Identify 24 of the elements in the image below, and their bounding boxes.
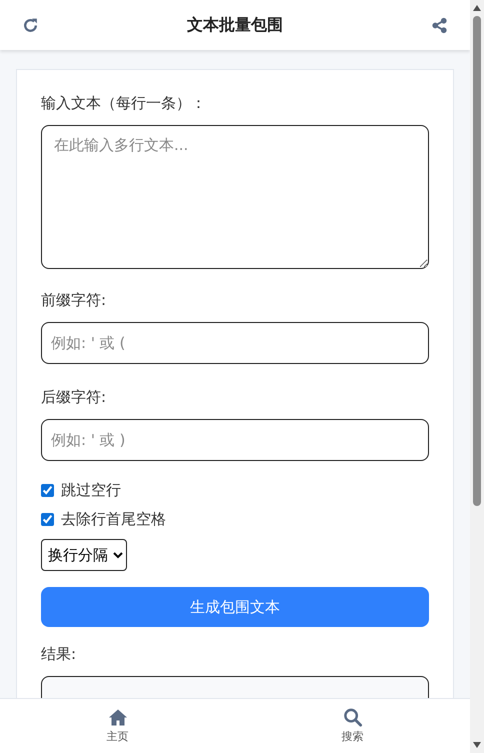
generate-button[interactable]: 生成包围文本: [41, 587, 429, 627]
page-title: 文本批量包围: [187, 14, 283, 36]
home-icon: [108, 708, 128, 727]
scrollbar-thumb[interactable]: [473, 16, 481, 506]
suffix-label: 后缀字符:: [41, 388, 106, 407]
share-icon[interactable]: [431, 16, 448, 34]
scroll-up-icon[interactable]: [472, 4, 482, 12]
suffix-field[interactable]: 例如: ' 或 ): [41, 419, 429, 461]
prefix-label: 前缀字符:: [41, 291, 106, 310]
option-label: 去除行首尾空格: [61, 510, 166, 529]
checkbox[interactable]: [41, 484, 54, 497]
refresh-icon[interactable]: [22, 16, 39, 34]
separator-select[interactable]: 换行分隔: [41, 539, 127, 571]
prefix-field[interactable]: 例如: ' 或 (: [41, 322, 429, 364]
checkbox[interactable]: [41, 513, 54, 526]
option-label: 跳过空行: [61, 481, 121, 500]
search-icon: [342, 708, 362, 727]
scrollbar[interactable]: [470, 0, 484, 753]
text-input-area[interactable]: 在此输入多行文本...: [41, 125, 429, 269]
scroll-down-icon[interactable]: [472, 741, 482, 749]
nav-tab[interactable]: 主页: [0, 699, 235, 753]
input-label: 输入文本（每行一条）：: [41, 94, 206, 113]
nav-tab[interactable]: 搜索: [235, 699, 470, 753]
result-label: 结果:: [41, 645, 76, 664]
